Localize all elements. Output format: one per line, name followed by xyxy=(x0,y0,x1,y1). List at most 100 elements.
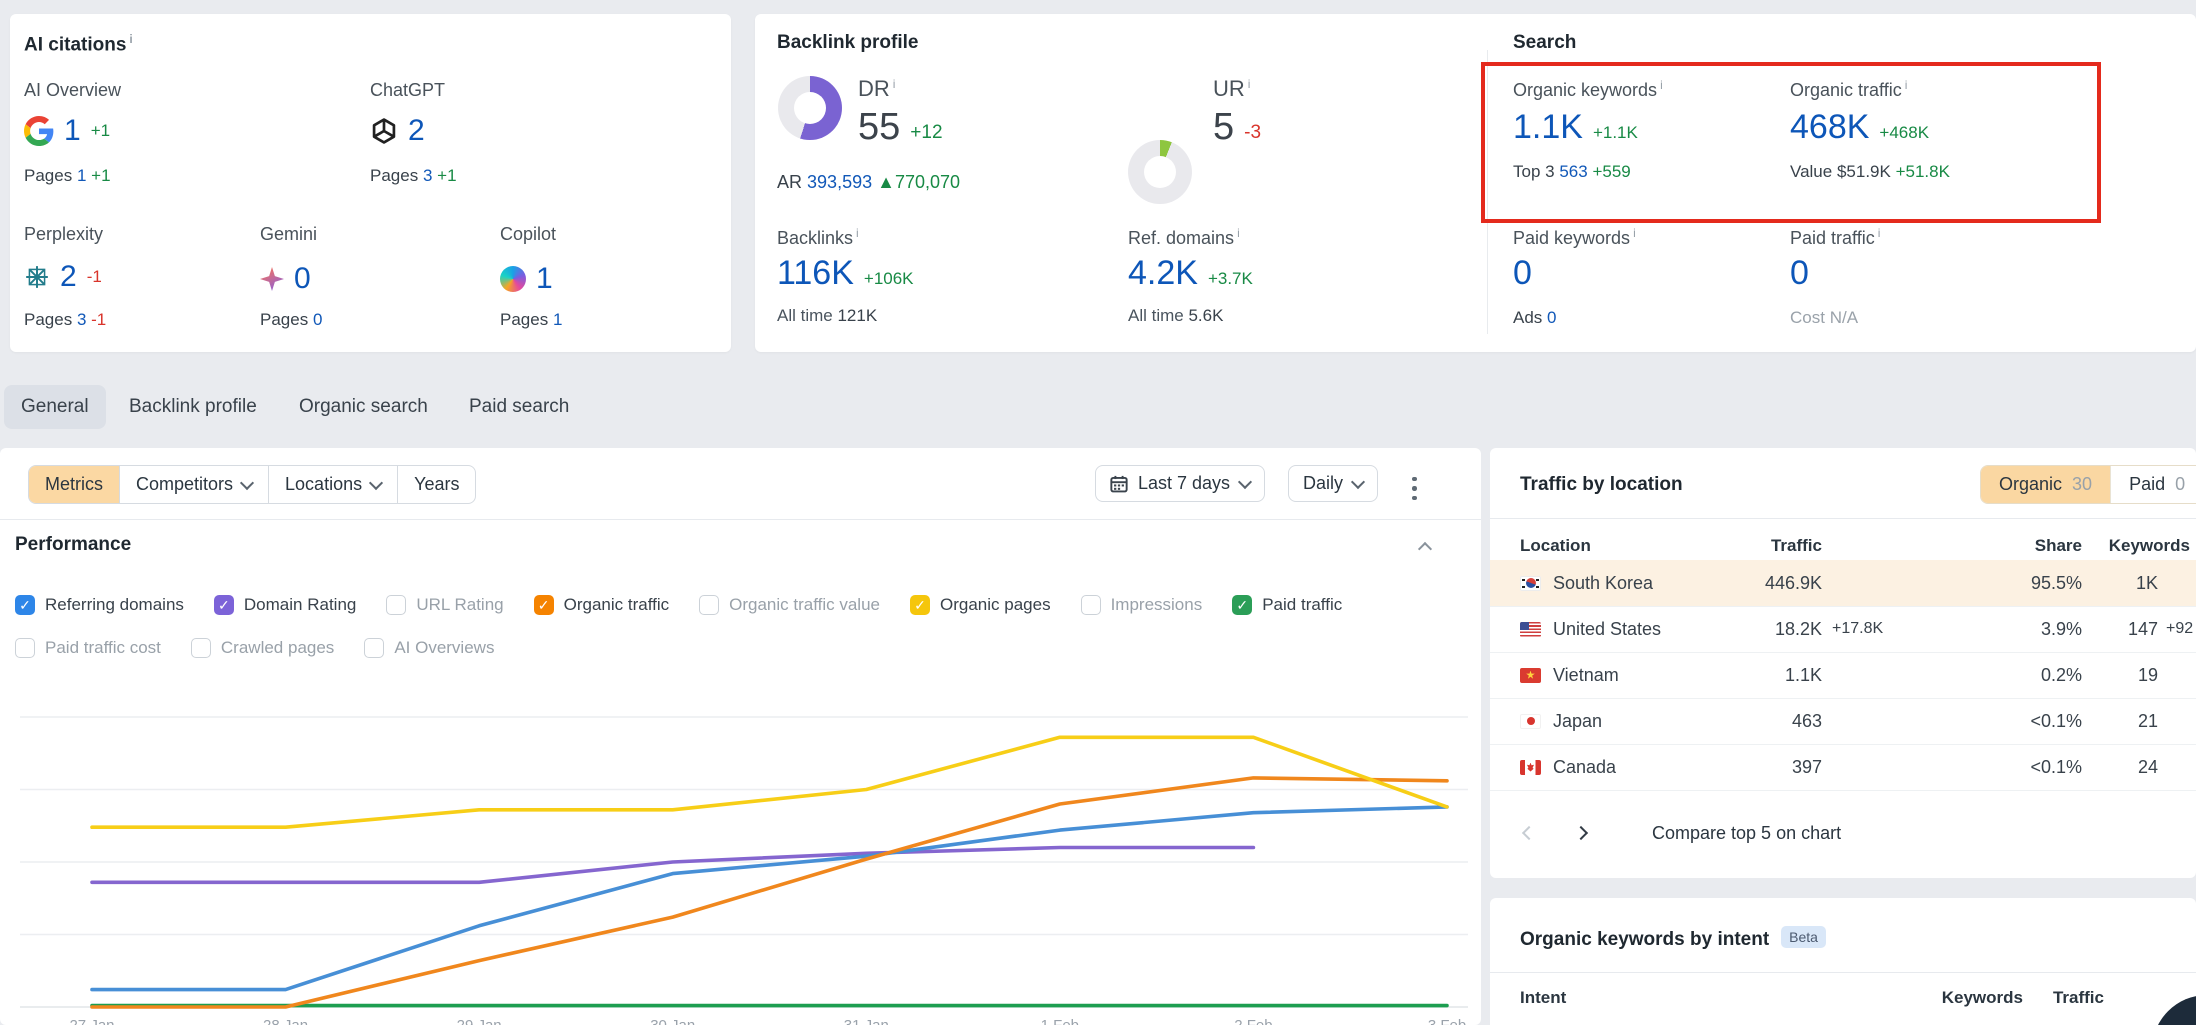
checkbox-paid-traffic-cost[interactable]: Paid traffic cost xyxy=(15,638,161,658)
chevron-down-icon xyxy=(240,475,254,489)
chevron-down-icon xyxy=(1238,474,1252,488)
gemini-label: Gemini xyxy=(260,224,317,245)
backlinks-delta: +106K xyxy=(864,269,914,289)
info-icon[interactable]: i xyxy=(1660,78,1663,92)
checkbox-label: Impressions xyxy=(1111,595,1203,615)
paid-keywords-label: Paid keywordsi xyxy=(1513,226,1636,249)
organic-keywords-delta: +1.1K xyxy=(1593,123,1638,143)
series-line-referring-domains[interactable] xyxy=(92,807,1447,990)
location-row-vietnam[interactable]: Vietnam 1.1K 0.2% 19 xyxy=(1490,652,2196,699)
location-row-canada[interactable]: Canada 397 <0.1% 24 xyxy=(1490,744,2196,791)
ai-citations-card: AI citationsi AI Overview 1 +1 Pages 1 +… xyxy=(10,14,731,352)
tab-organic-search[interactable]: Organic search xyxy=(282,385,445,429)
info-icon[interactable]: i xyxy=(1905,78,1908,92)
toggle-paid[interactable]: Paid0 xyxy=(2110,466,2196,503)
perplexity-pages: Pages 3 -1 xyxy=(24,310,106,330)
unchecked-box-icon xyxy=(1081,595,1101,615)
toggle-organic[interactable]: Organic30 xyxy=(1981,466,2110,503)
flag-icon-south-korea xyxy=(1520,576,1541,591)
backlinks-label: Backlinksi xyxy=(777,226,859,249)
x-axis-label: 1 Feb xyxy=(1041,1017,1079,1025)
prev-page-button[interactable] xyxy=(1512,816,1546,850)
gemini-value[interactable]: 0 xyxy=(294,262,311,296)
ai-overview-value[interactable]: 1 xyxy=(64,114,81,148)
checkbox-ai-overviews[interactable]: AI Overviews xyxy=(364,638,494,658)
organic-traffic-delta: +468K xyxy=(1879,123,1929,143)
location-row-united-states[interactable]: United States 18.2K +17.8K 3.9% 147 +92 xyxy=(1490,606,2196,653)
col-header-traffic[interactable]: Traffic xyxy=(1670,536,1822,556)
ref-domains-value[interactable]: 4.2K xyxy=(1128,254,1198,293)
paid-traffic-value[interactable]: 0 xyxy=(1790,254,1809,293)
metrics-filter-button[interactable]: Metrics xyxy=(29,466,119,503)
chatgpt-value[interactable]: 2 xyxy=(408,114,425,148)
site-explorer-overview: AI citationsi AI Overview 1 +1 Pages 1 +… xyxy=(0,0,2196,1025)
tab-paid-search[interactable]: Paid search xyxy=(452,385,586,429)
chevron-down-icon xyxy=(1351,474,1365,488)
dr-label: DRi xyxy=(858,76,895,102)
info-icon[interactable]: i xyxy=(129,32,132,46)
collapse-section-button[interactable] xyxy=(1420,540,1430,559)
checked-box-icon: ✓ xyxy=(15,595,35,615)
x-axis-label: 30 Jan xyxy=(650,1017,695,1025)
metric-checkbox-row-2: Paid traffic cost Crawled pages AI Overvie… xyxy=(15,638,494,658)
series-line-domain-rating[interactable] xyxy=(92,848,1253,883)
dr-value: 55 xyxy=(858,106,900,149)
competitors-filter-button[interactable]: Competitors xyxy=(119,466,268,503)
ur-value: 5 xyxy=(1213,106,1234,149)
google-icon xyxy=(24,116,54,146)
organic-keywords-value[interactable]: 1.1K xyxy=(1513,108,1583,147)
organic-keywords-label: Organic keywordsi xyxy=(1513,78,1663,101)
info-icon[interactable]: i xyxy=(856,226,859,240)
checkbox-domain-rating[interactable]: ✓Domain Rating xyxy=(214,595,356,615)
granularity-button[interactable]: Daily xyxy=(1288,465,1378,502)
info-icon[interactable]: i xyxy=(1248,77,1251,91)
checked-box-icon: ✓ xyxy=(910,595,930,615)
col-header-intent[interactable]: Intent xyxy=(1520,988,1566,1008)
calendar-icon xyxy=(1110,475,1128,493)
locations-filter-button[interactable]: Locations xyxy=(268,466,397,503)
organic-traffic-value[interactable]: 468K xyxy=(1790,108,1869,147)
checkbox-referring-domains[interactable]: ✓Referring domains xyxy=(15,595,184,615)
checkbox-paid-traffic[interactable]: ✓Paid traffic xyxy=(1232,595,1342,615)
backlinks-value[interactable]: 116K xyxy=(777,254,854,293)
info-icon[interactable]: i xyxy=(893,77,896,91)
info-icon[interactable]: i xyxy=(1878,226,1881,240)
col-header-intent-keywords[interactable]: Keywords xyxy=(1890,988,2023,1008)
info-icon[interactable]: i xyxy=(1633,226,1636,240)
flag-icon-vietnam xyxy=(1520,668,1541,683)
checkbox-crawled-pages[interactable]: Crawled pages xyxy=(191,638,334,658)
checkbox-organic-traffic[interactable]: ✓Organic traffic xyxy=(534,595,670,615)
location-row-japan[interactable]: Japan 463 <0.1% 21 xyxy=(1490,698,2196,745)
checkbox-label: Paid traffic cost xyxy=(45,638,161,658)
performance-chart[interactable]: 27 Jan28 Jan29 Jan30 Jan31 Jan1 Feb2 Feb… xyxy=(20,683,1480,1025)
col-header-location[interactable]: Location xyxy=(1520,536,1591,556)
tab-general[interactable]: General xyxy=(4,385,106,429)
paid-keywords-value[interactable]: 0 xyxy=(1513,254,1532,293)
checkbox-url-rating[interactable]: URL Rating xyxy=(386,595,503,615)
checkbox-impressions[interactable]: Impressions xyxy=(1081,595,1203,615)
perplexity-value[interactable]: 2 xyxy=(60,260,77,294)
tab-backlink-profile[interactable]: Backlink profile xyxy=(112,385,274,429)
years-filter-button[interactable]: Years xyxy=(397,466,475,503)
checkbox-organic-pages[interactable]: ✓Organic pages xyxy=(910,595,1051,615)
info-icon[interactable]: i xyxy=(1237,226,1240,240)
traffic-by-location-panel: Traffic by location Organic30 Paid0 Loca… xyxy=(1490,448,2196,878)
checkbox-organic-traffic-value[interactable]: Organic traffic value xyxy=(699,595,880,615)
perplexity-label: Perplexity xyxy=(24,224,103,245)
keywords-by-intent-panel: Organic keywords by intentBeta Intent Ke… xyxy=(1490,898,2196,1025)
copilot-value[interactable]: 1 xyxy=(536,262,553,296)
more-options-button[interactable] xyxy=(1408,470,1421,507)
triangle-up-icon: ▲ xyxy=(877,172,895,192)
copilot-label: Copilot xyxy=(500,224,556,245)
flag-icon-united-states xyxy=(1520,622,1541,637)
col-header-keywords[interactable]: Keywords xyxy=(2050,536,2190,556)
date-range-button[interactable]: Last 7 days xyxy=(1095,465,1265,502)
checkbox-label: Domain Rating xyxy=(244,595,356,615)
ref-domains-alltime: All time 5.6K xyxy=(1128,306,1223,326)
organic-traffic-sub: Value $51.9K +51.8K xyxy=(1790,162,1950,182)
dr-donut xyxy=(778,76,842,140)
location-row-south-korea[interactable]: South Korea 446.9K 95.5% 1K xyxy=(1490,560,2196,607)
next-page-button[interactable] xyxy=(1564,816,1598,850)
col-header-intent-traffic[interactable]: Traffic xyxy=(2030,988,2104,1008)
flag-icon-canada xyxy=(1520,760,1541,775)
